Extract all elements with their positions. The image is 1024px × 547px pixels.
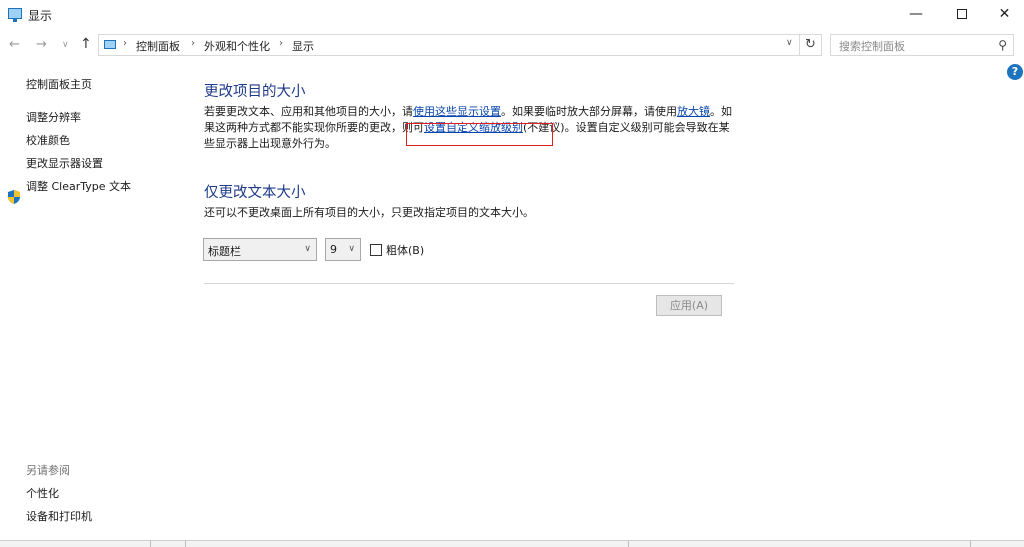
maximize-icon [957,9,967,19]
bold-checkbox[interactable] [370,244,382,256]
apply-button[interactable]: 应用(A) [656,295,722,316]
see-also-heading: 另请参阅 [26,464,70,477]
search-input[interactable]: 搜索控制面板 ⚲ [830,34,1014,56]
taskbar-divider [970,541,971,547]
main-content: 更改项目的大小 若要更改文本、应用和其他项目的大小，请使用这些显示设置。如果要临… [180,60,1010,547]
forward-button[interactable]: → [36,37,47,52]
sidebar-item-cleartype[interactable]: 调整 ClearType 文本 [26,178,131,194]
breadcrumb-control-panel[interactable]: 控制面板 [136,38,180,54]
text-size-heading: 仅更改文本大小 [204,185,306,201]
window-title: 显示 [28,9,53,23]
taskbar-edge [0,540,1024,547]
highlight-box [406,123,553,146]
change-size-heading: 更改项目的大小 [204,84,306,100]
sidebar: 控制面板主页 调整分辨率 校准颜色 更改显示器设置 调整 ClearType 文… [0,60,180,547]
search-placeholder: 搜索控制面板 [839,40,905,53]
up-button[interactable]: ↑ [80,36,92,52]
breadcrumb-separator: › [279,38,283,49]
taskbar-divider [628,541,629,547]
close-button[interactable]: ✕ [985,0,1024,30]
breadcrumb-display[interactable]: 显示 [292,38,314,54]
address-dropdown-icon[interactable]: ∨ [786,38,793,48]
sidebar-item-calibrate-color[interactable]: 校准颜色 [26,132,70,148]
sidebar-item-resolution[interactable]: 调整分辨率 [26,109,81,125]
display-settings-link[interactable]: 使用这些显示设置 [413,105,501,118]
search-icon[interactable]: ⚲ [998,38,1007,52]
magnifier-link[interactable]: 放大镜 [677,105,710,118]
control-panel-icon [104,40,116,49]
item-select[interactable]: 标题栏 ∨ [203,238,317,261]
refresh-button[interactable]: ↻ [800,34,822,56]
recent-locations-button[interactable]: ∨ [62,40,69,50]
divider [204,283,734,284]
display-app-icon [8,8,22,22]
breadcrumb-separator: › [191,38,195,49]
bold-label[interactable]: 粗体(B) [386,242,424,258]
address-row: ← → ∨ ↑ › 控制面板 › 外观和个性化 › 显示 ∨ ↻ 搜索控制面板 … [0,30,1024,60]
address-bar[interactable]: › 控制面板 › 外观和个性化 › 显示 [98,34,800,56]
description-text: 。如果要临时放大部分屏幕，请使用 [501,105,677,118]
minimize-button[interactable]: — [893,0,939,30]
item-select-value: 标题栏 [208,245,241,258]
sidebar-item-display-settings[interactable]: 更改显示器设置 [26,155,103,171]
font-size-select[interactable]: 9 ∨ [325,238,361,261]
see-also-personalization[interactable]: 个性化 [26,485,59,501]
text-size-description: 还可以不更改桌面上所有项目的大小，只更改指定项目的文本大小。 [204,206,534,219]
breadcrumb-appearance[interactable]: 外观和个性化 [204,38,270,54]
title-bar: 显示 — ✕ [0,0,1024,30]
font-size-value: 9 [330,243,337,256]
chevron-down-icon: ∨ [304,244,311,254]
maximize-button[interactable] [939,0,985,30]
sidebar-item-home[interactable]: 控制面板主页 [26,76,92,92]
uac-shield-icon [8,190,20,204]
description-text: 若要更改文本、应用和其他项目的大小，请 [204,105,413,118]
breadcrumb-separator: › [123,38,127,49]
back-button[interactable]: ← [9,37,20,52]
taskbar-divider [150,541,151,547]
taskbar-divider [185,541,186,547]
see-also-devices-printers[interactable]: 设备和打印机 [26,508,92,524]
chevron-down-icon: ∨ [348,244,355,254]
